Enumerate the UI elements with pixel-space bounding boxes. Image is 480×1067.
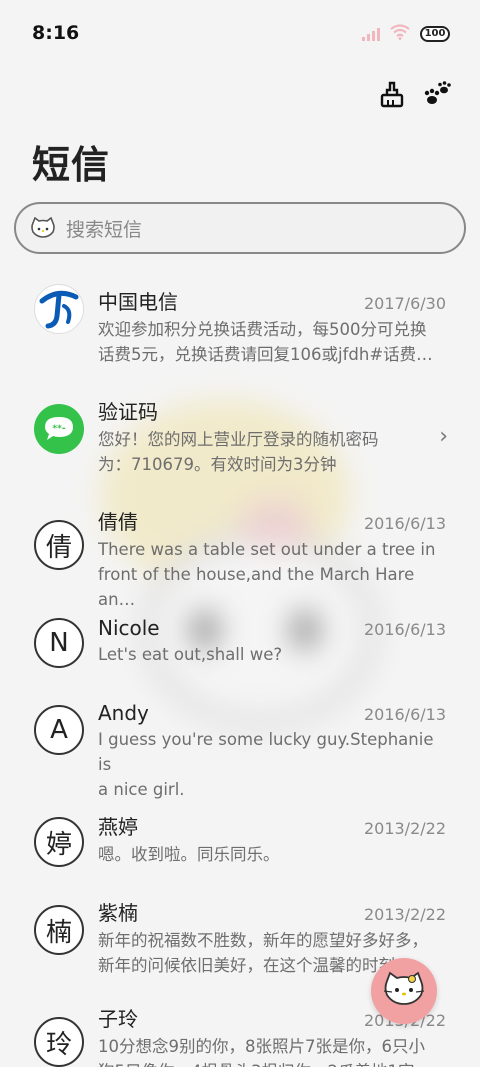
contact-name: 倩倩 [98,510,138,534]
conversation-list: 中国电信 2017/6/30 欢迎参加积分兑换话费活动，每500分可兑换 话费5… [0,272,480,1067]
message-date: 2016/6/13 [363,514,446,533]
message-preview: I guess you're some lucky guy.Stephanie … [98,730,434,799]
message-preview: 您好！您的网上营业厅登录的随机密码 为：710679。有效时间为3分钟 [98,430,379,474]
page-title: 短信 [32,143,111,187]
conversation-row[interactable]: 中国电信 2017/6/30 欢迎参加积分兑换话费活动，每500分可兑换 话费5… [0,272,480,382]
hello-kitty-icon [382,971,426,1011]
conversation-row[interactable]: N Nicole 2016/6/13 Let's eat out,shall w… [0,602,480,687]
contact-name: 中国电信 [98,290,178,314]
message-preview: 10分想念9别的你，8张照片7张是你，6只小 狗5只像你，4根骨头3根归你，2爪… [98,1037,425,1067]
chevron-right-icon: › [439,424,448,449]
message-date: 2016/6/13 [363,705,446,724]
search-input[interactable]: 搜索短信 [66,215,142,242]
svg-text:**-: **- [52,424,65,434]
status-bar: 8:16 100 [0,0,480,68]
message-preview: 嗯。收到啦。同乐同乐。 [98,845,280,864]
battery-icon: 100 [420,26,450,42]
paw-icon[interactable] [424,80,452,108]
avatar: 玲 [34,1017,84,1067]
conversation-row[interactable]: **- 验证码 您好！您的网上营业厅登录的随机密码 为：710679。有效时间为… [0,382,480,492]
conversation-row[interactable]: A Andy 2016/6/13 I guess you're some luc… [0,687,480,799]
contact-name: 验证码 [98,400,158,424]
message-date: 2017/6/30 [363,294,446,313]
message-date: 2013/2/22 [363,819,446,838]
contact-name: Nicole [98,616,160,640]
kitty-search-icon [30,216,56,239]
china-telecom-logo-icon [34,284,84,334]
contact-name: 燕婷 [98,815,138,839]
message-date: 2013/2/22 [363,905,446,924]
contact-name: 子玲 [98,1007,138,1031]
search-bar[interactable]: 搜索短信 [14,202,466,254]
signal-icon [362,27,380,41]
conversation-row[interactable]: 婷 燕婷 2013/2/22 嗯。收到啦。同乐同乐。 [0,797,480,883]
status-time: 8:16 [32,22,80,44]
message-date: 2016/6/13 [363,620,446,639]
message-preview: There was a table set out under a tree i… [98,540,436,609]
avatar: 倩 [34,520,84,570]
sms-bubble-icon: **- [34,404,84,454]
contact-name: Andy [98,701,149,725]
avatar: 楠 [34,905,84,955]
wifi-icon [390,24,410,44]
contact-name: 紫楠 [98,901,138,925]
message-preview: 欢迎参加积分兑换话费活动，每500分可兑换 话费5元，兑换话费请回复106或jf… [98,320,433,364]
avatar: N [34,618,84,668]
message-preview: Let's eat out,shall we? [98,645,283,664]
avatar: A [34,705,84,755]
new-message-button[interactable] [371,958,437,1024]
clean-brush-icon[interactable] [378,80,406,108]
avatar: 婷 [34,817,84,867]
conversation-row[interactable]: 倩 倩倩 2016/6/13 There was a table set out… [0,492,480,609]
